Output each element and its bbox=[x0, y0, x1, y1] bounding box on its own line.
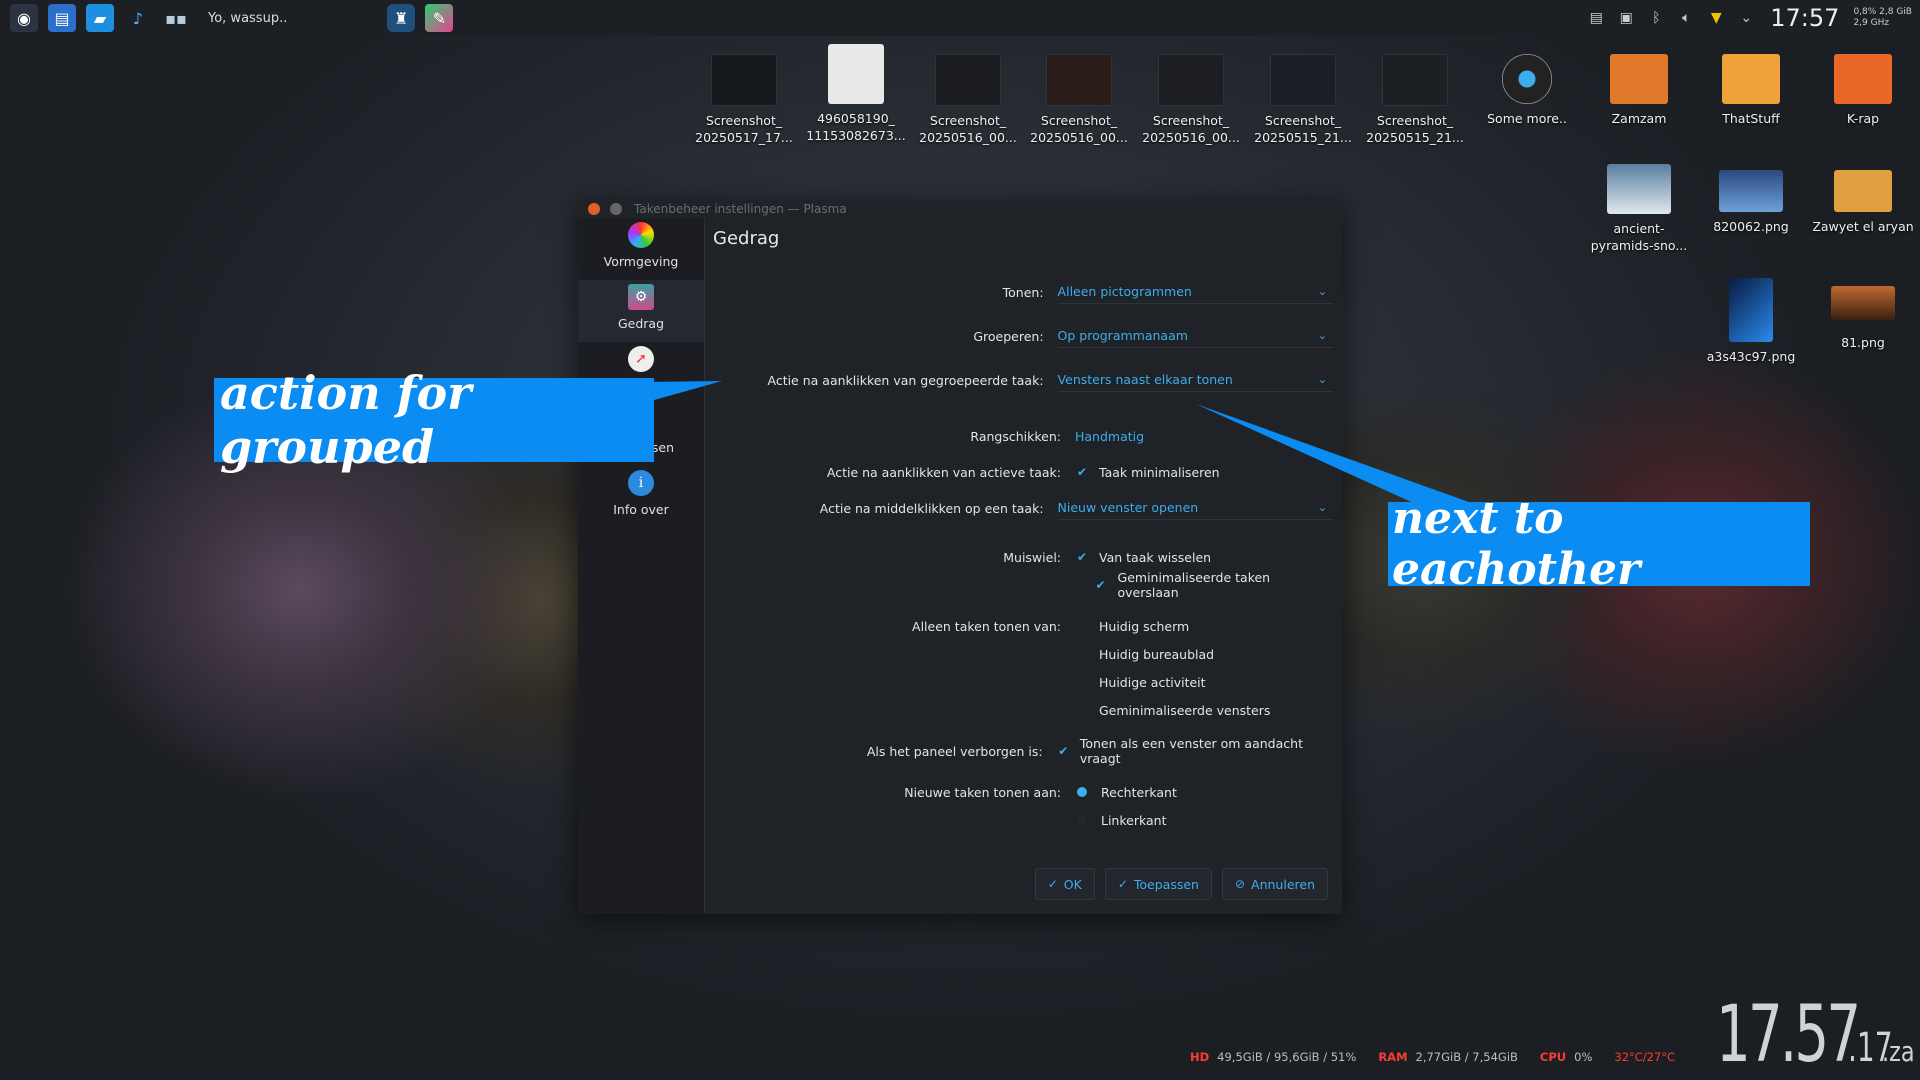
annotation-next-to-eachother: next to eachother bbox=[1388, 493, 1810, 595]
system-stats-bar: HD 49,5GiB / 95,6GiB / 51% RAM 2,77GiB / 7… bbox=[1190, 1050, 1683, 1064]
hd-key: HD bbox=[1190, 1050, 1210, 1064]
hd-value: 49,5GiB / 95,6GiB / 51% bbox=[1217, 1050, 1357, 1064]
clock-hours-minutes: 17.57 bbox=[1716, 990, 1861, 1080]
clock-seconds: .17 bbox=[1848, 1025, 1893, 1071]
cpu-value: 0% bbox=[1574, 1050, 1593, 1064]
annotation-action-for-grouped: action for grouped bbox=[214, 366, 654, 474]
ram-value: 2,77GiB / 7,54GiB bbox=[1415, 1050, 1518, 1064]
desktop-clock-widget: 17.57 .17 .za bbox=[1716, 990, 1920, 1080]
ram-key: RAM bbox=[1378, 1050, 1408, 1064]
cpu-key: CPU bbox=[1539, 1050, 1567, 1064]
temperature-value: 32°C/27°C bbox=[1614, 1050, 1676, 1064]
clock-day: .za bbox=[1882, 1035, 1915, 1068]
right-arrow-shape bbox=[1196, 404, 1480, 506]
